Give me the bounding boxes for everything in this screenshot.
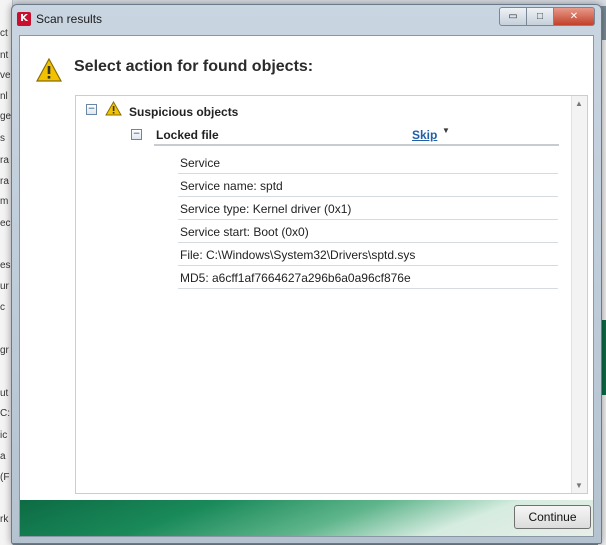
vertical-scrollbar[interactable]: ▲ ▼ [571, 96, 587, 493]
skip-action-link[interactable]: Skip [412, 128, 437, 142]
close-button[interactable]: ✕ [554, 7, 595, 26]
maximize-icon: □ [536, 11, 544, 22]
background-text: ut [0, 388, 9, 399]
background-text: rk [0, 514, 9, 525]
background-text: m [0, 196, 9, 207]
scroll-down-icon[interactable]: ▼ [575, 481, 583, 490]
background-text: c [0, 302, 5, 313]
dialog-content: Select action for found objects: − Suspi… [19, 35, 594, 537]
maximize-button[interactable]: □ [527, 7, 554, 26]
minimize-button[interactable]: ▭ [499, 7, 527, 26]
detail-text: Service [180, 156, 221, 170]
item-row: Locked file Skip ▼ [154, 123, 559, 146]
detail-text: MD5: a6cff1af7664627a296b6a0a96cf876e [180, 271, 411, 285]
background-text: gr [0, 345, 9, 356]
warning-icon [105, 101, 122, 116]
background-text: C: [0, 408, 10, 419]
group-label: Suspicious objects [129, 105, 239, 119]
close-icon: ✕ [569, 11, 579, 22]
chevron-down-icon[interactable]: ▼ [442, 126, 450, 135]
background-text: s [0, 133, 5, 144]
footer-banner [20, 500, 593, 536]
background-text: es [0, 260, 11, 271]
found-objects-list: − Suspicious objects − Locked file Skip … [75, 95, 588, 494]
detail-text: Service start: Boot (0x0) [180, 225, 309, 239]
background-text: ic [0, 430, 8, 441]
collapse-item-toggle[interactable]: − [131, 129, 142, 140]
detail-row: Service name: sptd [178, 174, 558, 197]
background-text: ct [0, 28, 8, 39]
background-text: ra [0, 176, 9, 187]
background-text: (F [0, 472, 10, 483]
window-title: Scan results [36, 12, 103, 26]
detail-row: File: C:\Windows\System32\Drivers\sptd.s… [178, 243, 558, 266]
background-text: ge [0, 111, 12, 122]
detail-text: File: C:\Windows\System32\Drivers\sptd.s… [180, 248, 416, 262]
page-title: Select action for found objects: [74, 58, 314, 75]
background-text: nt [0, 50, 9, 61]
caption-buttons: ▭ □ ✕ [499, 7, 595, 26]
background-text: ur [0, 281, 9, 292]
scroll-up-icon[interactable]: ▲ [575, 99, 583, 108]
item-label: Locked file [156, 128, 219, 142]
detail-row: Service [178, 151, 558, 174]
background-text: nl [0, 91, 8, 102]
detail-row: Service start: Boot (0x0) [178, 220, 558, 243]
minimize-icon: ▭ [508, 11, 518, 22]
background-text: ra [0, 155, 9, 166]
scan-results-window: K Scan results ▭ □ ✕ Select action for f… [11, 4, 602, 544]
background-text: ve [0, 70, 11, 81]
background-text: a [0, 451, 6, 462]
continue-button[interactable]: Continue [514, 505, 591, 529]
background-text: ec [0, 218, 11, 229]
kaspersky-app-icon: K [17, 12, 31, 26]
detail-text: Service type: Kernel driver (0x1) [180, 202, 352, 216]
detail-row: Service type: Kernel driver (0x1) [178, 197, 558, 220]
collapse-group-toggle[interactable]: − [86, 104, 97, 115]
detail-text: Service name: sptd [180, 179, 283, 193]
warning-icon [36, 58, 62, 82]
detail-row: MD5: a6cff1af7664627a296b6a0a96cf876e [178, 266, 558, 289]
title-bar[interactable]: K Scan results ▭ □ ✕ [12, 5, 601, 33]
